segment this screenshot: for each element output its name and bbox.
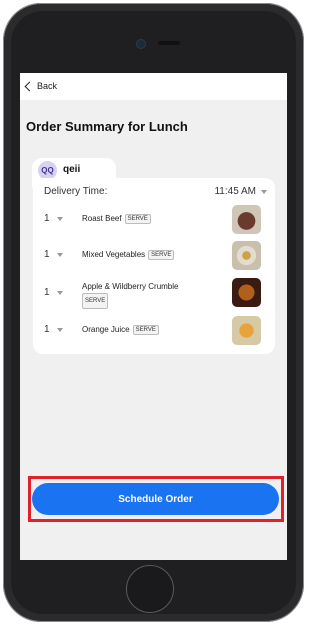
quantity-value: 1 [44,287,50,298]
chevron-down-icon [56,327,63,332]
chevron-down-icon [56,252,63,257]
chevron-down-icon [261,189,267,194]
quantity-select[interactable]: 1 [44,324,63,335]
chevron-down-icon [56,216,63,221]
item-name: Apple & Wildberry Crumble SERVE [82,281,212,309]
food-thumbnail [232,241,261,270]
quantity-select[interactable]: 1 [44,287,63,298]
food-thumbnail [232,278,261,307]
delivery-time-select[interactable]: 11:45 AM [214,186,267,197]
item-name-text: Mixed Vegetables [82,250,146,260]
food-thumbnail [232,316,261,345]
page-title: Order Summary for Lunch [26,119,188,134]
back-label: Back [37,81,58,91]
food-thumbnail [232,205,261,234]
item-name: Roast Beef SERVE [82,214,151,224]
quantity-select[interactable]: 1 [44,249,63,260]
quantity-select[interactable]: 1 [44,213,63,224]
home-button[interactable] [126,565,174,613]
item-name-text: Orange Juice [82,325,130,335]
top-bar: Back [20,73,287,100]
list-item: 1 Orange Juice SERVE [44,316,274,346]
quantity-value: 1 [44,249,50,260]
serve-tag: SERVE [82,293,109,309]
speaker-grille [158,41,180,45]
serve-tag: SERVE [124,214,151,224]
user-name: qeii [63,164,81,175]
schedule-order-button[interactable]: Schedule Order [32,483,279,515]
list-item: 1 Mixed Vegetables SERVE [44,241,274,271]
quantity-value: 1 [44,324,50,335]
item-name: Mixed Vegetables SERVE [82,250,175,260]
serve-tag: SERVE [148,250,175,260]
item-name-text: Roast Beef [82,214,122,224]
back-button[interactable]: Back [24,81,58,91]
item-name-text: Apple & Wildberry Crumble [82,282,179,291]
delivery-time-value: 11:45 AM [214,186,256,197]
quantity-value: 1 [44,213,50,224]
list-item: 1 Roast Beef SERVE [44,205,274,235]
camera-icon [136,39,146,49]
serve-tag: SERVE [132,325,159,335]
item-name: Orange Juice SERVE [82,325,159,335]
list-item: 1 Apple & Wildberry Crumble SERVE [44,278,274,309]
chevron-left-icon [24,81,35,91]
delivery-time-label: Delivery Time: [44,186,108,197]
chevron-down-icon [56,290,63,295]
